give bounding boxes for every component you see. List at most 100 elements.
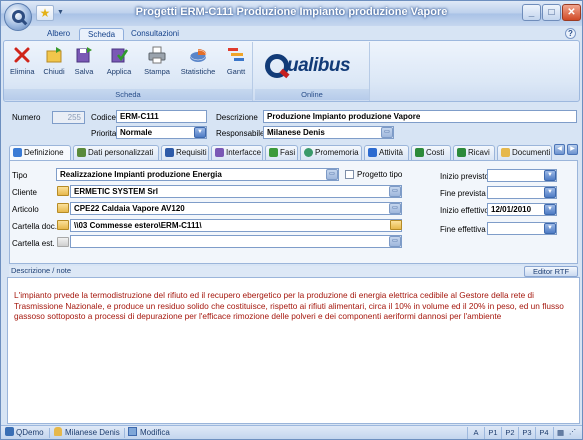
cartella-est-lookup-icon[interactable]: ▭ — [389, 236, 401, 247]
save-icon — [75, 46, 93, 64]
tabs-scroll-left-icon[interactable]: ◀ — [554, 144, 565, 155]
app-menu-orb-icon[interactable] — [4, 3, 32, 31]
tipo-select[interactable]: Realizzazione Impianti produzione Energi… — [56, 168, 339, 181]
descrizione-input[interactable]: Produzione Impianto produzione Vapore — [263, 110, 577, 123]
responsabile-label: Responsabile — [216, 129, 265, 138]
inizio-effettivo-label: Inizio effettivo — [440, 206, 489, 215]
status-mode-label: Modifica — [140, 428, 170, 437]
qualibus-logo[interactable]: ualibus — [265, 54, 365, 80]
description-text-area[interactable]: L'impianto prvede la termodistruzione de… — [7, 277, 580, 424]
gantt-chart-icon — [227, 46, 245, 64]
responsabile-lookup-icon[interactable]: ▭ — [381, 127, 393, 138]
reminder-clock-icon — [304, 148, 313, 157]
tab-definizione-label: Definizione — [24, 148, 64, 157]
cartella-est-folder-icon[interactable] — [57, 237, 69, 247]
status-page-p3[interactable]: P3 — [518, 427, 535, 439]
cartella-doc-input[interactable]: \\03 Commesse estero\ERM-C111\ — [70, 219, 402, 232]
title-bar: ★ ▼ Progetti ERM-C111 Produzione Impiant… — [1, 1, 582, 26]
articolo-lookup-icon[interactable]: ▭ — [389, 203, 401, 214]
tab-ricavi-label: Ricavi — [468, 148, 490, 157]
custom-data-icon — [77, 148, 86, 157]
ribbon-group-online: ualibus Online — [255, 42, 370, 101]
cartella-est-input[interactable] — [70, 235, 402, 248]
articolo-label: Articolo — [12, 205, 39, 214]
resize-grip-icon[interactable]: ⋰ — [569, 427, 576, 439]
costs-icon — [415, 148, 424, 157]
interfaces-icon — [215, 148, 224, 157]
priorita-label: Priorita — [91, 129, 117, 138]
ribbon-tabs: Albero Scheda Consultazioni — [1, 26, 582, 41]
pie-chart-icon — [189, 46, 207, 64]
tipo-lookup-icon[interactable]: ▭ — [326, 169, 338, 180]
tab-costi[interactable]: Costi — [411, 145, 451, 160]
fine-prevista-label: Fine prevista — [440, 189, 486, 198]
cartella-doc-folder-icon[interactable] — [57, 220, 69, 230]
status-mode: Modifica — [128, 427, 170, 439]
close-folder-icon — [45, 46, 63, 64]
inizio-previsto-dropdown-icon[interactable]: ▼ — [544, 170, 556, 181]
cliente-folder-icon[interactable] — [57, 186, 69, 196]
status-page-p4[interactable]: P4 — [535, 427, 552, 439]
window-title: Progetti ERM-C111 Produzione Impianto pr… — [135, 6, 448, 18]
status-separator — [49, 428, 50, 438]
tab-dati-personalizzati-label: Dati personalizzati — [88, 148, 154, 157]
progetto-tipo-checkbox[interactable] — [345, 170, 354, 179]
tab-fasi[interactable]: Fasi — [265, 145, 298, 160]
gantt-label: Gantt — [226, 67, 246, 76]
responsabile-select[interactable]: Milanese Denis — [263, 126, 394, 139]
fine-effettiva-dropdown-icon[interactable]: ▼ — [544, 223, 556, 234]
statistics-button[interactable]: Statistiche — [179, 46, 217, 76]
editor-rtf-button[interactable]: Editor RTF — [524, 266, 578, 277]
tabs-scroll-right-icon[interactable]: ▶ — [567, 144, 578, 155]
tab-definizione[interactable]: Definizione — [9, 145, 71, 161]
status-page-p1[interactable]: P1 — [484, 427, 501, 439]
content-tabs: Definizione Dati personalizzati Requisit… — [9, 145, 578, 161]
priorita-dropdown-icon[interactable]: ▼ — [194, 127, 206, 138]
close-button[interactable]: Chiudi — [42, 46, 66, 76]
status-app: QDemo — [5, 427, 44, 439]
articolo-input[interactable]: CPE22 Caldaia Vapore AV120 — [70, 202, 402, 215]
tab-documenti[interactable]: Documenti — [497, 145, 552, 160]
status-page-a[interactable]: A — [467, 427, 484, 439]
cartella-doc-browse-icon[interactable] — [390, 220, 402, 230]
minimize-button[interactable]: _ — [522, 4, 541, 21]
save-button[interactable]: Salva — [72, 46, 96, 76]
tab-requisiti-label: Requisiti — [176, 148, 207, 157]
apply-icon — [110, 46, 129, 64]
tab-requisiti[interactable]: Requisiti — [161, 145, 209, 160]
tab-promemoria-label: Promemoria — [315, 148, 359, 157]
codice-input[interactable]: ERM-C111 — [116, 110, 207, 123]
activity-icon — [368, 148, 377, 157]
ribbon-group-scheda: Elimina Chiudi Salva Applica Stampa Stat… — [4, 42, 253, 101]
close-window-button[interactable]: ✕ — [562, 4, 581, 21]
apply-button[interactable]: Applica — [104, 46, 134, 76]
tab-fasi-label: Fasi — [280, 148, 296, 157]
status-page-p2[interactable]: P2 — [501, 427, 518, 439]
tab-ricavi[interactable]: Ricavi — [453, 145, 495, 160]
user-icon — [54, 427, 62, 436]
app-icon — [5, 427, 14, 436]
help-icon[interactable]: ? — [565, 28, 576, 39]
requirements-icon — [165, 148, 174, 157]
articolo-folder-icon[interactable] — [57, 203, 69, 213]
inizio-effettivo-dropdown-icon[interactable]: ▼ — [544, 204, 556, 215]
close-label: Chiudi — [43, 67, 65, 76]
cartella-doc-label: Cartella doc. — [12, 222, 57, 231]
fine-prevista-dropdown-icon[interactable]: ▼ — [544, 187, 556, 198]
cliente-input[interactable]: ERMETIC SYSTEM Srl — [70, 185, 402, 198]
gantt-button[interactable]: Gantt — [223, 46, 249, 76]
print-button[interactable]: Stampa — [142, 46, 172, 76]
tab-dati-personalizzati[interactable]: Dati personalizzati — [73, 145, 159, 160]
tab-interfacce[interactable]: Interfacce — [211, 145, 263, 160]
numero-field: 255 — [52, 111, 85, 124]
cliente-lookup-icon[interactable]: ▭ — [389, 186, 401, 197]
qualibus-logo-q-icon — [265, 54, 289, 78]
tab-attivita[interactable]: Attività — [364, 145, 409, 160]
delete-button[interactable]: Elimina — [10, 46, 35, 76]
maximize-button[interactable]: □ — [542, 4, 561, 21]
status-layout-icon[interactable]: ▦ — [553, 427, 567, 439]
tab-interfacce-label: Interfacce — [226, 148, 262, 157]
delete-label: Elimina — [10, 67, 35, 76]
cliente-label: Cliente — [12, 188, 37, 197]
tab-promemoria[interactable]: Promemoria — [300, 145, 362, 160]
